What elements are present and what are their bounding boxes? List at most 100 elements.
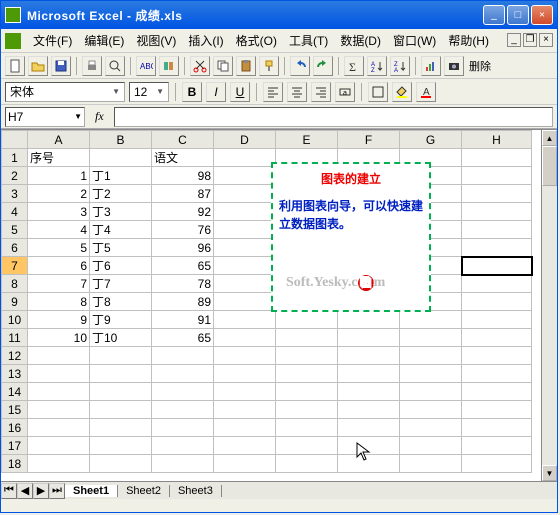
cell[interactable]	[276, 419, 338, 437]
borders-button[interactable]	[368, 82, 388, 102]
cell[interactable]: 92	[152, 203, 214, 221]
menu-tools[interactable]: 工具(T)	[283, 29, 334, 52]
scroll-down-button[interactable]: ▼	[542, 465, 557, 481]
cell[interactable]: 丁7	[90, 275, 152, 293]
bold-button[interactable]: B	[182, 82, 202, 102]
col-header-C[interactable]: C	[152, 131, 214, 149]
cell[interactable]	[152, 347, 214, 365]
cell[interactable]	[338, 401, 400, 419]
maximize-button[interactable]: □	[507, 5, 529, 25]
sort-desc-button[interactable]: ZA	[390, 56, 410, 76]
cell[interactable]	[462, 185, 532, 203]
cell[interactable]	[400, 437, 462, 455]
col-header-E[interactable]: E	[276, 131, 338, 149]
sort-asc-button[interactable]: AZ	[367, 56, 387, 76]
doc-close-button[interactable]: ×	[539, 33, 553, 47]
camera-button[interactable]	[444, 56, 464, 76]
cell[interactable]: 78	[152, 275, 214, 293]
tab-prev-button[interactable]: ◀	[17, 483, 33, 499]
close-button[interactable]: ×	[531, 5, 553, 25]
cell[interactable]	[152, 365, 214, 383]
research-button[interactable]	[159, 56, 179, 76]
cell[interactable]	[214, 167, 276, 185]
cell[interactable]	[90, 455, 152, 473]
select-all-button[interactable]	[2, 131, 28, 149]
cell[interactable]	[276, 365, 338, 383]
row-header[interactable]: 14	[2, 383, 28, 401]
col-header-F[interactable]: F	[338, 131, 400, 149]
cell[interactable]	[400, 401, 462, 419]
cell[interactable]	[214, 455, 276, 473]
cell[interactable]	[462, 149, 532, 167]
format-painter-button[interactable]	[259, 56, 279, 76]
cell[interactable]: 丁6	[90, 257, 152, 275]
cell[interactable]	[214, 365, 276, 383]
cell[interactable]: 98	[152, 167, 214, 185]
cell[interactable]	[214, 275, 276, 293]
print-button[interactable]	[82, 56, 102, 76]
cell[interactable]: 丁4	[90, 221, 152, 239]
new-button[interactable]	[5, 56, 25, 76]
col-header-G[interactable]: G	[400, 131, 462, 149]
menu-window[interactable]: 窗口(W)	[387, 29, 442, 52]
cell[interactable]: 96	[152, 239, 214, 257]
row-header[interactable]: 12	[2, 347, 28, 365]
cell[interactable]	[214, 437, 276, 455]
cell[interactable]	[338, 419, 400, 437]
cell[interactable]	[90, 347, 152, 365]
cell[interactable]	[28, 401, 90, 419]
cell[interactable]: 8	[28, 293, 90, 311]
row-header[interactable]: 4	[2, 203, 28, 221]
paste-button[interactable]	[236, 56, 256, 76]
active-cell[interactable]	[462, 257, 532, 275]
font-color-button[interactable]: A	[416, 82, 436, 102]
cell[interactable]: 丁5	[90, 239, 152, 257]
align-right-button[interactable]	[311, 82, 331, 102]
cell[interactable]	[338, 329, 400, 347]
cell[interactable]	[338, 347, 400, 365]
col-header-B[interactable]: B	[90, 131, 152, 149]
row-header[interactable]: 2	[2, 167, 28, 185]
cell[interactable]	[338, 455, 400, 473]
cell[interactable]: 语文	[152, 149, 214, 167]
cell[interactable]	[214, 311, 276, 329]
scroll-up-button[interactable]: ▲	[542, 130, 557, 146]
cell[interactable]: 3	[28, 203, 90, 221]
cell[interactable]	[462, 311, 532, 329]
row-header[interactable]: 7	[2, 257, 28, 275]
minimize-button[interactable]: _	[483, 5, 505, 25]
cell[interactable]	[276, 329, 338, 347]
merge-center-button[interactable]: a	[335, 82, 355, 102]
menu-format[interactable]: 格式(O)	[230, 29, 283, 52]
cell[interactable]	[28, 419, 90, 437]
doc-minimize-button[interactable]: _	[507, 33, 521, 47]
cell[interactable]	[214, 203, 276, 221]
cell[interactable]: 4	[28, 221, 90, 239]
cell[interactable]: 76	[152, 221, 214, 239]
save-button[interactable]	[51, 56, 71, 76]
row-header[interactable]: 13	[2, 365, 28, 383]
cell[interactable]	[90, 365, 152, 383]
cell[interactable]	[338, 365, 400, 383]
tab-last-button[interactable]: ⏭	[49, 483, 65, 499]
cell[interactable]	[276, 383, 338, 401]
chart-wizard-button[interactable]	[421, 56, 441, 76]
cell[interactable]: 65	[152, 329, 214, 347]
row-header[interactable]: 1	[2, 149, 28, 167]
cell[interactable]	[214, 185, 276, 203]
undo-button[interactable]	[290, 56, 310, 76]
col-header-D[interactable]: D	[214, 131, 276, 149]
cell[interactable]	[214, 401, 276, 419]
row-header[interactable]: 11	[2, 329, 28, 347]
cell[interactable]: 9	[28, 311, 90, 329]
cell[interactable]	[214, 329, 276, 347]
cell[interactable]	[28, 365, 90, 383]
name-box[interactable]: H7 ▼	[5, 107, 85, 127]
cell[interactable]	[400, 311, 462, 329]
cell[interactable]	[90, 401, 152, 419]
doc-restore-button[interactable]: ❐	[523, 33, 537, 47]
row-header[interactable]: 6	[2, 239, 28, 257]
formula-input[interactable]	[114, 107, 553, 127]
cell[interactable]	[152, 419, 214, 437]
cut-button[interactable]	[190, 56, 210, 76]
